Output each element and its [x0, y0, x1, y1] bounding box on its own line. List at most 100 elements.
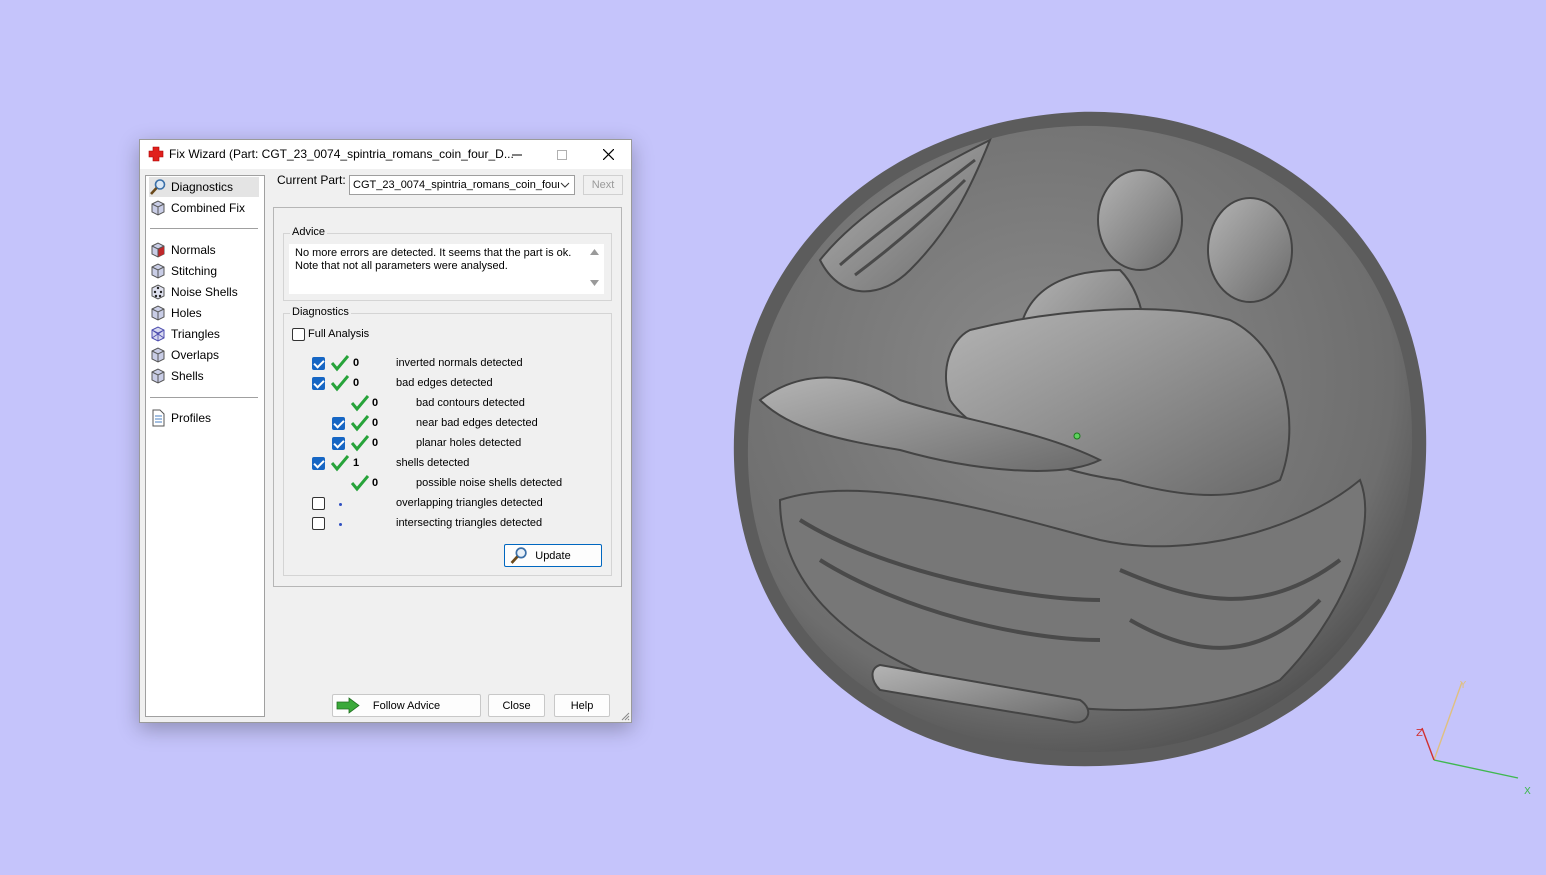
- near-bad-edges-count: 0: [372, 417, 379, 429]
- advice-line-1: No more errors are detected. It seems th…: [295, 247, 572, 259]
- cube-red-icon: [151, 242, 165, 258]
- follow-advice-label: Follow Advice: [372, 699, 441, 712]
- nav-label: Triangles: [171, 327, 220, 341]
- full-analysis-checkbox[interactable]: [292, 328, 305, 341]
- advice-group: Advice No more errors are detected. It s…: [283, 226, 612, 301]
- document-icon: [152, 409, 165, 427]
- nav-item-triangles[interactable]: Triangles: [149, 324, 259, 344]
- nav-separator: [150, 397, 258, 398]
- diagnostics-panel: Advice No more errors are detected. It s…: [273, 207, 622, 587]
- title-bar[interactable]: Fix Wizard (Part: CGT_23_0074_spintria_r…: [140, 140, 631, 169]
- cube-wire-icon: [151, 326, 165, 342]
- nav-item-diagnostics[interactable]: Diagnostics: [149, 177, 259, 197]
- close-button[interactable]: Close: [488, 694, 545, 717]
- bad-contours-label: bad contours detected: [416, 397, 525, 409]
- nav-item-overlaps[interactable]: Overlaps: [149, 345, 259, 365]
- nav-separator: [150, 228, 258, 229]
- green-check-icon: [331, 375, 349, 392]
- shells-label: shells detected: [396, 457, 470, 469]
- noise-shells-label: possible noise shells detected: [416, 477, 563, 489]
- shells-checkbox[interactable]: [312, 457, 325, 470]
- current-part-value: CGT_23_0074_spintria_romans_coin_four_: [353, 179, 559, 191]
- cube-icon: [151, 368, 165, 384]
- window-title: Fix Wizard (Part: CGT_23_0074_spintria_r…: [169, 147, 514, 161]
- overlapping-triangles-label: overlapping triangles detected: [396, 497, 543, 509]
- advice-text-box: No more errors are detected. It seems th…: [289, 244, 604, 294]
- follow-advice-button[interactable]: Follow Advice: [332, 694, 481, 717]
- near-bad-edges-checkbox[interactable]: [332, 417, 345, 430]
- nav-item-normals[interactable]: Normals: [149, 240, 259, 260]
- inverted-normals-checkbox[interactable]: [312, 357, 325, 370]
- nav-label: Noise Shells: [171, 285, 238, 299]
- near-bad-edges-label: near bad edges detected: [416, 417, 538, 429]
- nav-item-noise-shells[interactable]: Noise Shells: [149, 282, 259, 302]
- nav-label: Shells: [171, 369, 204, 383]
- green-arrow-icon: [336, 697, 360, 714]
- green-check-icon: [351, 395, 369, 412]
- overlapping-triangles-checkbox[interactable]: [312, 497, 325, 510]
- nav-label: Combined Fix: [171, 201, 246, 215]
- nav-label: Overlaps: [171, 348, 220, 362]
- dice-icon: [151, 284, 165, 300]
- cube-icon: [151, 305, 165, 321]
- bad-edges-checkbox[interactable]: [312, 377, 325, 390]
- diagnostics-title: Diagnostics: [290, 306, 351, 318]
- axis-x-label: X: [1524, 786, 1531, 797]
- maximize-button[interactable]: [540, 140, 584, 169]
- minimize-icon: [512, 154, 522, 155]
- shells-count: 1: [353, 457, 360, 469]
- axis-y-label: Y: [1459, 680, 1467, 691]
- nav-item-stitching[interactable]: Stitching: [149, 261, 259, 281]
- status-dot: [339, 503, 342, 506]
- fix-wizard-window: Fix Wizard (Part: CGT_23_0074_spintria_r…: [139, 139, 632, 723]
- bad-edges-count: 0: [353, 377, 360, 389]
- minimize-button[interactable]: [495, 140, 539, 169]
- advice-title: Advice: [290, 226, 328, 238]
- wizard-nav: Diagnostics Combined Fix Normals Stitchi…: [145, 175, 265, 717]
- current-part-select[interactable]: CGT_23_0074_spintria_romans_coin_four_: [349, 175, 575, 195]
- planar-holes-count: 0: [372, 437, 379, 449]
- green-check-icon: [331, 355, 349, 372]
- update-label: Update: [535, 549, 571, 562]
- nav-label: Profiles: [171, 411, 212, 425]
- status-dot: [339, 523, 342, 526]
- resize-grip-icon[interactable]: [620, 711, 630, 721]
- nav-label: Normals: [171, 243, 216, 257]
- cube-icon: [151, 347, 165, 363]
- chevron-down-icon: [560, 182, 570, 188]
- axis-z-label: Z: [1416, 728, 1423, 739]
- cube-icon: [151, 200, 165, 216]
- intersecting-triangles-checkbox[interactable]: [312, 517, 325, 530]
- scroll-down-icon[interactable]: [590, 279, 599, 287]
- help-button[interactable]: Help: [554, 694, 610, 717]
- close-window-button[interactable]: [586, 140, 630, 169]
- nav-item-profiles[interactable]: Profiles: [149, 408, 259, 428]
- current-part-label: Current Part:: [277, 173, 346, 187]
- advice-line-2: Note that not all parameters were analys…: [295, 260, 508, 272]
- cube-icon: [151, 263, 165, 279]
- close-icon: [602, 149, 614, 160]
- update-button[interactable]: Update: [504, 544, 602, 567]
- green-check-icon: [351, 415, 369, 432]
- bad-contours-count: 0: [372, 397, 379, 409]
- noise-shells-count: 0: [372, 477, 379, 489]
- nav-item-combined-fix[interactable]: Combined Fix: [149, 198, 259, 218]
- coin-3d-model[interactable]: [720, 100, 1440, 780]
- green-check-icon: [351, 435, 369, 452]
- planar-holes-label: planar holes detected: [416, 437, 522, 449]
- planar-holes-checkbox[interactable]: [332, 437, 345, 450]
- scroll-up-icon[interactable]: [590, 248, 599, 256]
- axis-triad: Y X Z: [1416, 680, 1531, 797]
- next-button[interactable]: Next: [583, 175, 623, 195]
- nav-label: Stitching: [171, 264, 218, 278]
- bad-edges-label: bad edges detected: [396, 377, 493, 389]
- nav-label: Diagnostics: [171, 180, 234, 194]
- nav-item-holes[interactable]: Holes: [149, 303, 259, 323]
- nav-item-shells[interactable]: Shells: [149, 366, 259, 386]
- inverted-normals-label: inverted normals detected: [396, 357, 523, 369]
- red-cross-icon: [148, 146, 164, 162]
- magnifier-icon: [510, 547, 527, 564]
- nav-label: Holes: [171, 306, 202, 320]
- maximize-icon: [557, 149, 567, 160]
- green-check-icon: [351, 475, 369, 492]
